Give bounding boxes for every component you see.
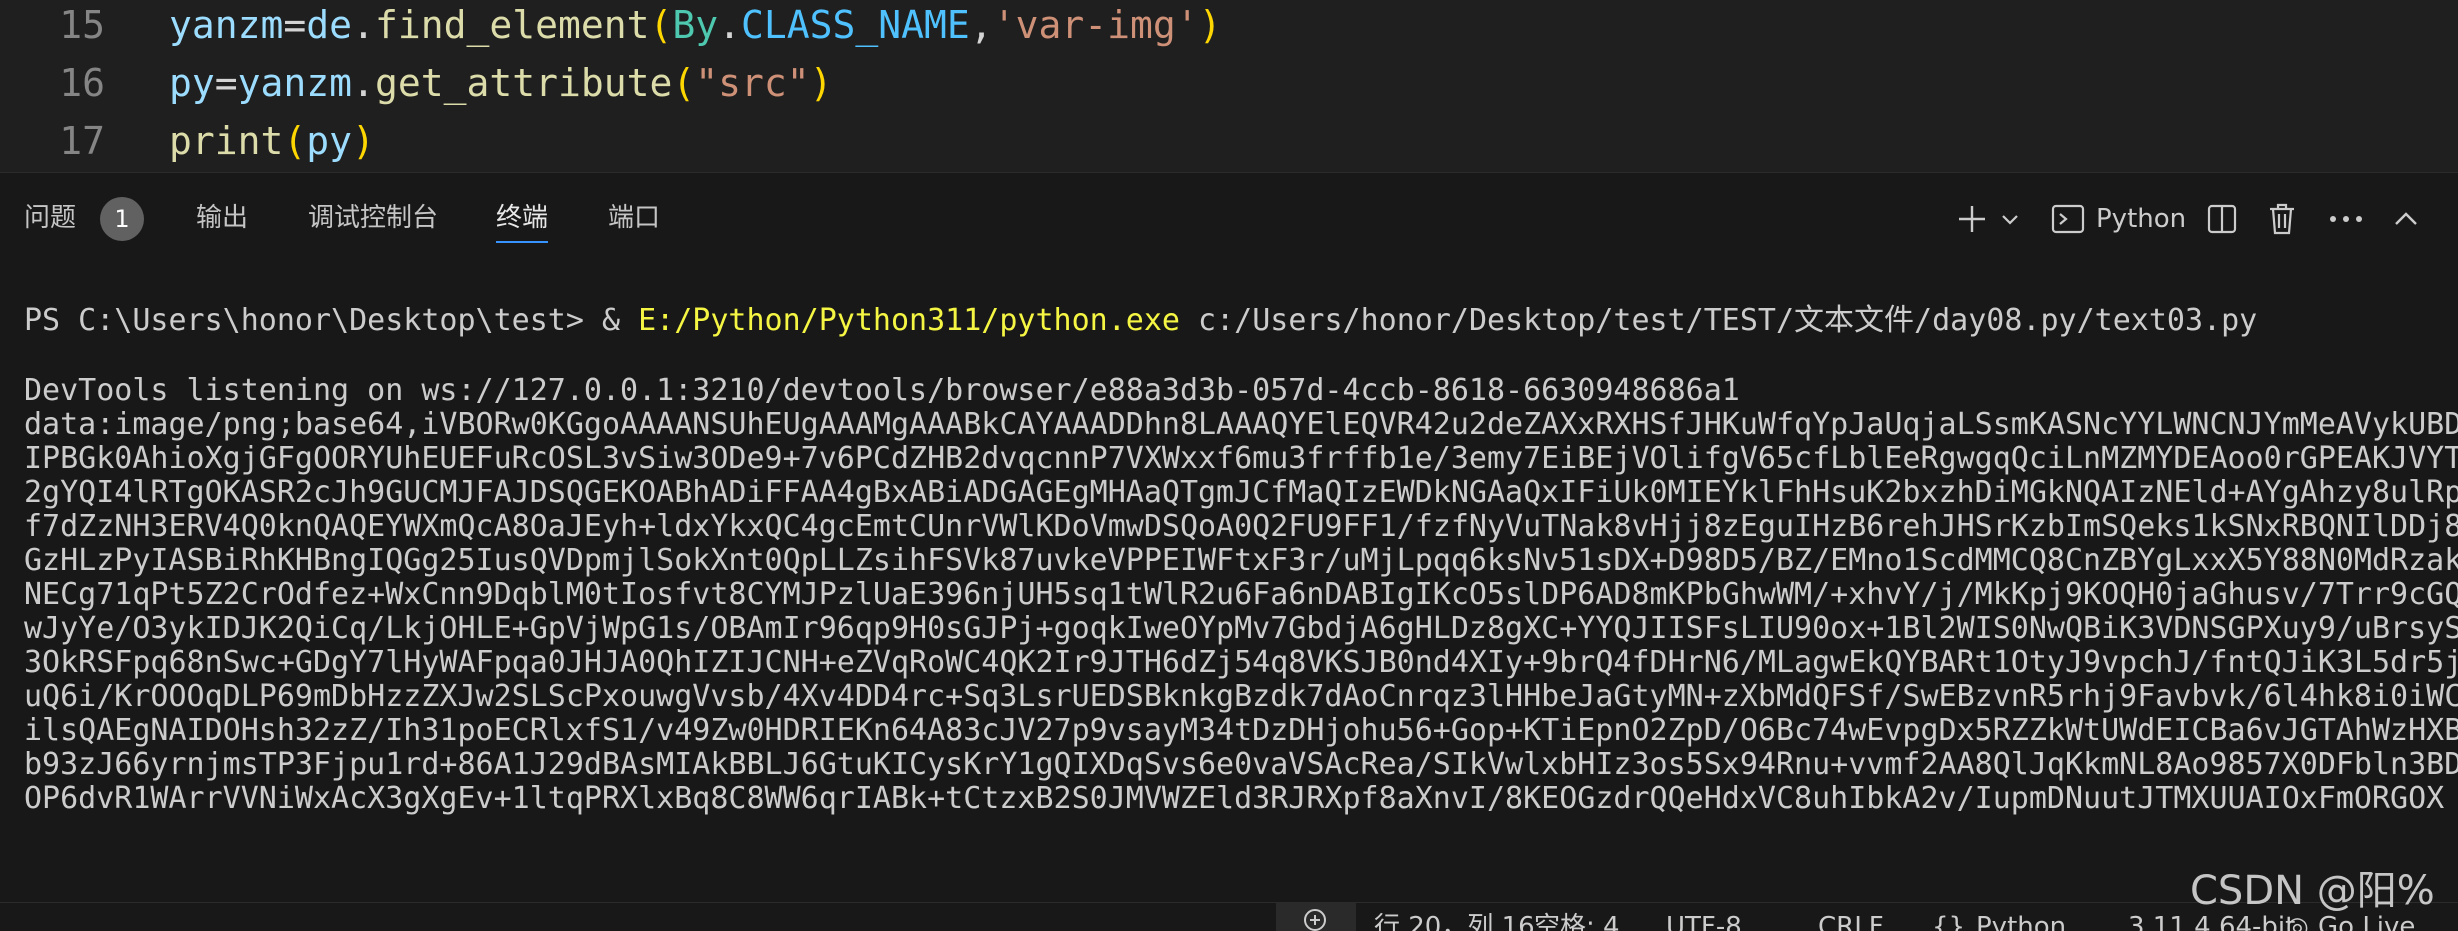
line-number: 15 (59, 3, 105, 47)
terminal-output-line: b93zJ66yrnjmsTP3Fjpu1rd+86A1J29dBAsMIAkB… (24, 747, 2458, 782)
code-token: ) (1198, 3, 1222, 47)
code-line[interactable]: 16 py=yanzm.get_attribute("src") (0, 54, 2458, 112)
split-terminal-icon[interactable] (2202, 197, 2242, 241)
code-token: ( (649, 3, 673, 47)
cursor-position[interactable]: 行 20，列 16 (1374, 907, 1535, 931)
terminal-output-line: 3OkRSFpq68nSwc+GDgY7lHyWAFpqa0JHJA0QhIZI… (24, 645, 2458, 680)
csdn-watermark: CSDN @阳% (2190, 868, 2435, 914)
code-token: . (718, 3, 742, 47)
problems-count-badge: 1 (100, 197, 144, 241)
code-token: , (969, 3, 993, 47)
code-token: ) (352, 119, 375, 163)
script-path: c:/Users/honor/Desktop/test/TEST/文本文件/da… (1179, 303, 2258, 338)
tab-output[interactable]: 输出 (196, 195, 248, 241)
tab-debug-console[interactable]: 调试控制台 (308, 195, 438, 241)
code-token: print (169, 119, 284, 163)
indentation-spaces[interactable]: 空格: 4 (1534, 907, 1620, 931)
code-text[interactable]: py=yanzm.get_attribute("src") (169, 61, 833, 105)
code-token: "src" (695, 61, 810, 105)
line-number: 17 (59, 119, 105, 163)
bottom-panel: 问题 1 输出 调试控制台 终端 端口 Python PS C:\Users\h (0, 172, 2458, 930)
code-token: de (306, 3, 353, 47)
code-token: = (214, 61, 238, 105)
terminal-command-line: PS C:\Users\honor\Desktop\test> & E:/Pyt… (24, 295, 2257, 339)
terminal-prompt: PS C:\Users\honor\Desktop\test> & (24, 303, 639, 338)
code-token: CLASS_NAME (741, 3, 970, 47)
zoom-icon (1304, 909, 1326, 931)
terminal-output-line: OP6dvR1WArrVVNiWxAcX3gXgEv+1ltqPRXlxBq8C… (24, 781, 2445, 816)
chevron-down-icon[interactable] (1996, 197, 2024, 241)
code-token: get_attribute (374, 61, 673, 105)
language-mode[interactable]: Python (1976, 907, 2066, 931)
code-token: . (352, 61, 375, 105)
code-token: yanzm (237, 61, 353, 105)
code-token: . (352, 3, 375, 47)
code-token: ( (283, 119, 307, 163)
terminal-output-line: uQ6i/KrOOOqDLP69mDbHzzZXJw2SLScPxouwgVvs… (24, 679, 2458, 714)
tab-terminal[interactable]: 终端 (496, 195, 549, 243)
code-token: ) (809, 61, 833, 105)
code-token: py (169, 61, 215, 105)
new-terminal-plus-icon[interactable] (1952, 197, 1992, 241)
terminal-output-line: f7dZzNH3ERV4Q0knQAQEYWXmQcA8OaJEyh+ldxYk… (24, 509, 2458, 544)
code-editor[interactable]: 15 yanzm=de.find_element(By.CLASS_NAME,'… (0, 0, 2458, 172)
end-of-line[interactable]: CRLF (1818, 907, 1884, 931)
code-token: ( (672, 61, 696, 105)
terminal-output-line: DevTools listening on ws://127.0.0.1:321… (24, 373, 1740, 408)
code-line[interactable]: 17 print(py) (0, 112, 2458, 170)
file-encoding[interactable]: UTF-8 (1666, 907, 1742, 931)
more-actions-icon[interactable] (2324, 197, 2368, 241)
python-executable-path: E:/Python/Python311/python.exe (638, 303, 1180, 338)
terminal-output-line: data:image/png;base64,iVBORw0KGgoAAAANSU… (24, 407, 2458, 442)
terminal-output-line: ilsQAEgNAIDOHsh32zZ/Ih31poECRlxfS1/v49Zw… (24, 713, 2458, 748)
code-token: 'var-img' (992, 3, 1199, 47)
terminal-output-line: wJyYe/O3ykIDJK2QiCq/LkjOHLE+GpVjWpG1s/OB… (24, 611, 2458, 646)
status-bar: 行 20，列 16 空格: 4 UTF-8 CRLF {} Python 3.1… (0, 902, 2458, 931)
language-braces-icon: {} (1932, 912, 1966, 931)
maximize-panel-chevron-up-icon[interactable] (2386, 197, 2426, 241)
code-text[interactable]: print(py) (169, 119, 375, 163)
terminal-name-label[interactable]: Python (2096, 197, 2186, 241)
terminal-output[interactable]: PS C:\Users\honor\Desktop\test> & E:/Pyt… (0, 265, 2458, 895)
code-line[interactable]: 15 yanzm=de.find_element(By.CLASS_NAME,'… (0, 0, 2458, 54)
terminal-output-line: 2gYQI4lRTgOKASR2cJh9GUCMJFAJDSQGEKOABhAD… (24, 475, 2458, 510)
tab-ports[interactable]: 端口 (608, 195, 660, 241)
tab-problems[interactable]: 问题 (24, 195, 76, 241)
terminal-output-line: IPBGk0AhioXgjGFgOORYUhEUEFuRcOSL3vSiw3OD… (24, 441, 2458, 476)
status-zoom-block[interactable] (1276, 903, 1356, 931)
code-token: py (306, 119, 353, 163)
trash-icon[interactable] (2262, 197, 2302, 241)
terminal-output-line: GzHLzPyIASBiRhKHBngIQGg25IusQVDpmjlSokXn… (24, 543, 2458, 578)
code-text[interactable]: yanzm=de.find_element(By.CLASS_NAME,'var… (169, 3, 1222, 47)
code-token: By (672, 3, 719, 47)
terminal-icon (2048, 197, 2088, 241)
code-token: find_element (374, 3, 650, 47)
line-number: 16 (59, 61, 105, 105)
terminal-output-line: NECg71qPt5Z2CrOdfez+WxCnn9DqblM0tIosfvt8… (24, 577, 2458, 612)
code-token: yanzm (169, 3, 284, 47)
code-token: = (283, 3, 307, 47)
panel-tab-bar: 问题 1 输出 调试控制台 终端 端口 Python (0, 173, 2458, 265)
